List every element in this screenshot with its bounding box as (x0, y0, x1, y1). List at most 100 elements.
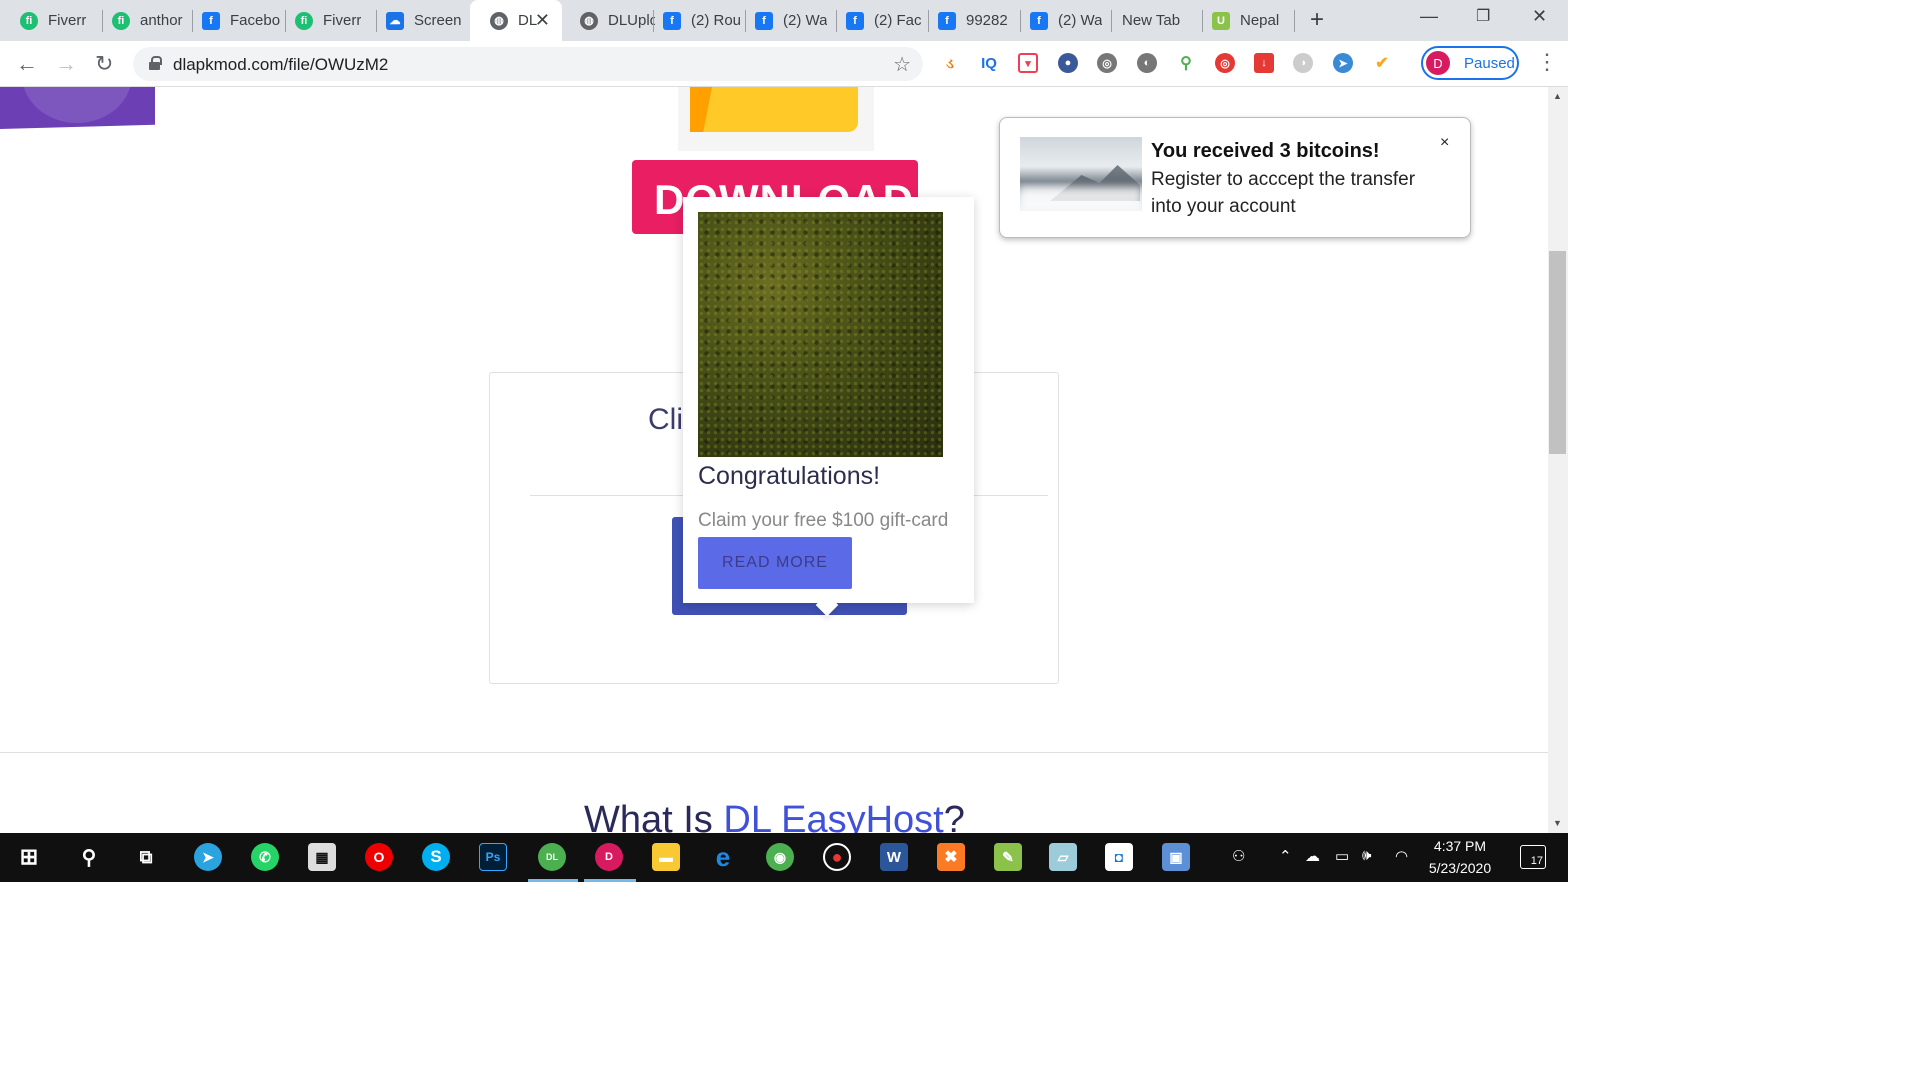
edge-icon[interactable]: e (709, 842, 737, 872)
file-explorer-icon[interactable]: ▬ (652, 843, 680, 871)
telegram-icon[interactable]: ➤ (194, 843, 222, 871)
facebook-icon: f (1030, 11, 1048, 30)
tab-title: (2) Rou (691, 12, 742, 29)
opera-icon[interactable]: O (365, 843, 393, 871)
bitcoin-notification[interactable]: You received 3 bitcoins! Register to acc… (999, 117, 1471, 238)
xampp-icon[interactable]: ✖ (937, 843, 965, 871)
facebook-icon: f (202, 11, 220, 30)
moon-icon[interactable]: ◑ (1293, 53, 1313, 73)
kebab-menu-icon[interactable]: ⋮ (1536, 49, 1558, 75)
skype-icon[interactable]: S (422, 843, 450, 871)
tab-facebook-2[interactable]: f (2) Rou (643, 0, 745, 41)
header-decoration (0, 87, 155, 129)
tab-screen[interactable]: ☁ Screen (366, 0, 466, 41)
vertical-scrollbar[interactable]: ▲ ▼ (1548, 87, 1568, 833)
tab-facebook-6[interactable]: f (2) Wa (1010, 0, 1110, 41)
calculator-icon[interactable]: ▦ (308, 843, 336, 871)
chrome-profile-d-icon[interactable]: D (595, 843, 623, 871)
profile-button[interactable]: D Paused (1421, 46, 1519, 80)
task-view-icon[interactable]: ⧉ (132, 843, 160, 871)
popup-ad[interactable]: Congratulations! Claim your free $100 gi… (683, 197, 974, 617)
tab-facebook-4[interactable]: f (2) Fac (826, 0, 928, 41)
section-heading: What Is DL EasyHost? (584, 799, 965, 833)
chevron-up-icon[interactable]: ⌃ (1279, 847, 1292, 865)
clock-time[interactable]: 4:37 PM (1420, 838, 1500, 854)
scroll-down-icon[interactable]: ▼ (1553, 818, 1562, 828)
new-tab-plus-icon[interactable]: + (1310, 6, 1324, 34)
facebook-icon: f (755, 11, 773, 30)
tab-new-tab[interactable]: New Tab (1102, 0, 1202, 41)
tab-title: 99282 (966, 12, 1008, 29)
recorder-icon[interactable]: ● (823, 843, 851, 871)
fiverr-icon: fi (295, 11, 313, 30)
photoshop-icon[interactable]: Ps (479, 843, 507, 871)
person-check-icon[interactable]: ✔ (1372, 53, 1392, 73)
popup-ad-text: Claim your free $100 gift-card (698, 510, 949, 531)
tab-title: (2) Fac (874, 12, 922, 29)
section-divider (0, 752, 1548, 753)
address-bar[interactable]: dlapkmod.com/file/OWUzM2 ☆ (133, 47, 923, 81)
so-icon[interactable]: ડ (940, 53, 960, 73)
gray-circle-icon[interactable]: ◐ (1137, 53, 1157, 73)
people-icon[interactable]: ⚇ (1232, 847, 1245, 865)
chrome-profile-dl-icon[interactable]: DL (538, 843, 566, 871)
window-close-icon[interactable]: ✕ (1532, 6, 1547, 27)
url-text[interactable]: dlapkmod.com/file/OWUzM2 (173, 55, 388, 75)
tab-facebook-1[interactable]: f Facebo (182, 0, 284, 41)
word-icon[interactable]: W (880, 843, 908, 871)
lock-icon (149, 56, 162, 70)
bookmark-star-icon[interactable]: ☆ (893, 52, 911, 77)
scroll-up-icon[interactable]: ▲ (1553, 91, 1562, 101)
facebook-icon: f (938, 11, 956, 30)
globe-grid-icon[interactable]: ◎ (1097, 53, 1117, 73)
whatsapp-icon[interactable]: ✆ (251, 843, 279, 871)
target-icon[interactable]: ◎ (1215, 53, 1235, 73)
notification-title: You received 3 bitcoins! (1151, 140, 1380, 162)
volume-icon[interactable]: 🕪 (1362, 847, 1371, 864)
box-app-icon[interactable]: ◘ (1105, 843, 1133, 871)
image-editor-icon[interactable]: ✎ (994, 843, 1022, 871)
close-tab-icon[interactable]: ✕ (535, 10, 550, 31)
minimize-icon[interactable]: — (1420, 6, 1438, 27)
search-ext-icon[interactable]: ⚲ (1176, 53, 1196, 73)
scroll-thumb[interactable] (1549, 251, 1566, 454)
compass-icon[interactable]: ➤ (1333, 53, 1353, 73)
onedrive-icon[interactable]: ☁ (1305, 847, 1320, 865)
tab-dl-active[interactable]: ◍ DL ✕ (470, 0, 562, 41)
download-arrow-icon[interactable]: ↓ (1254, 53, 1274, 73)
card-title: Cli (648, 403, 683, 436)
globe-icon: ◍ (580, 11, 598, 30)
read-more-button[interactable]: READ MORE (698, 537, 852, 589)
back-arrow-icon[interactable]: ← (16, 51, 38, 77)
iq-icon[interactable]: IQ (979, 53, 999, 73)
battery-icon[interactable]: ▭ (1335, 847, 1349, 865)
windows-start-icon[interactable]: ⊞ (15, 843, 43, 871)
popup-ad-image[interactable] (698, 212, 943, 457)
tab-dlupload[interactable]: ◍ DLUplo (560, 0, 655, 41)
chrome-icon[interactable]: ◉ (766, 843, 794, 871)
notes-icon[interactable]: ▱ (1049, 843, 1077, 871)
search-icon[interactable]: ⚲ (75, 843, 103, 871)
notification-close-icon[interactable]: × (1440, 134, 1449, 152)
heading-prefix: What Is (584, 799, 724, 833)
tab-fiverr-2[interactable]: fi anthor (92, 0, 192, 41)
user-shield-icon[interactable]: ● (1058, 53, 1078, 73)
reload-icon[interactable]: ↻ (95, 51, 113, 77)
globe-icon: ◍ (490, 11, 508, 30)
tab-fiverr-1[interactable]: fi Fiverr (0, 0, 102, 41)
tab-facebook-5[interactable]: f 99282 (918, 0, 1020, 41)
clock-date[interactable]: 5/23/2020 (1420, 860, 1500, 876)
screen: fi Fiverr fi anthor f Facebo fi Fiverr ☁… (0, 0, 1568, 882)
forward-arrow-icon[interactable]: → (55, 51, 77, 77)
tab-nepal[interactable]: U Nepal (1192, 0, 1292, 41)
heading-accent[interactable]: DL EasyHost (723, 799, 943, 833)
tab-facebook-3[interactable]: f (2) Wa (735, 0, 836, 41)
restore-icon[interactable]: ❐ (1476, 6, 1490, 26)
action-center-icon[interactable]: 17 (1520, 845, 1546, 869)
remote-desktop-icon[interactable]: ▣ (1162, 843, 1190, 871)
web-page: DOWNLOAD Cli What Is DL EasyHost? Congra… (0, 87, 1548, 833)
tab-fiverr-3[interactable]: fi Fiverr (275, 0, 375, 41)
u-icon: U (1212, 11, 1230, 30)
pocket-icon[interactable]: ▾ (1018, 53, 1038, 73)
wifi-icon[interactable]: ◠ (1395, 847, 1408, 865)
